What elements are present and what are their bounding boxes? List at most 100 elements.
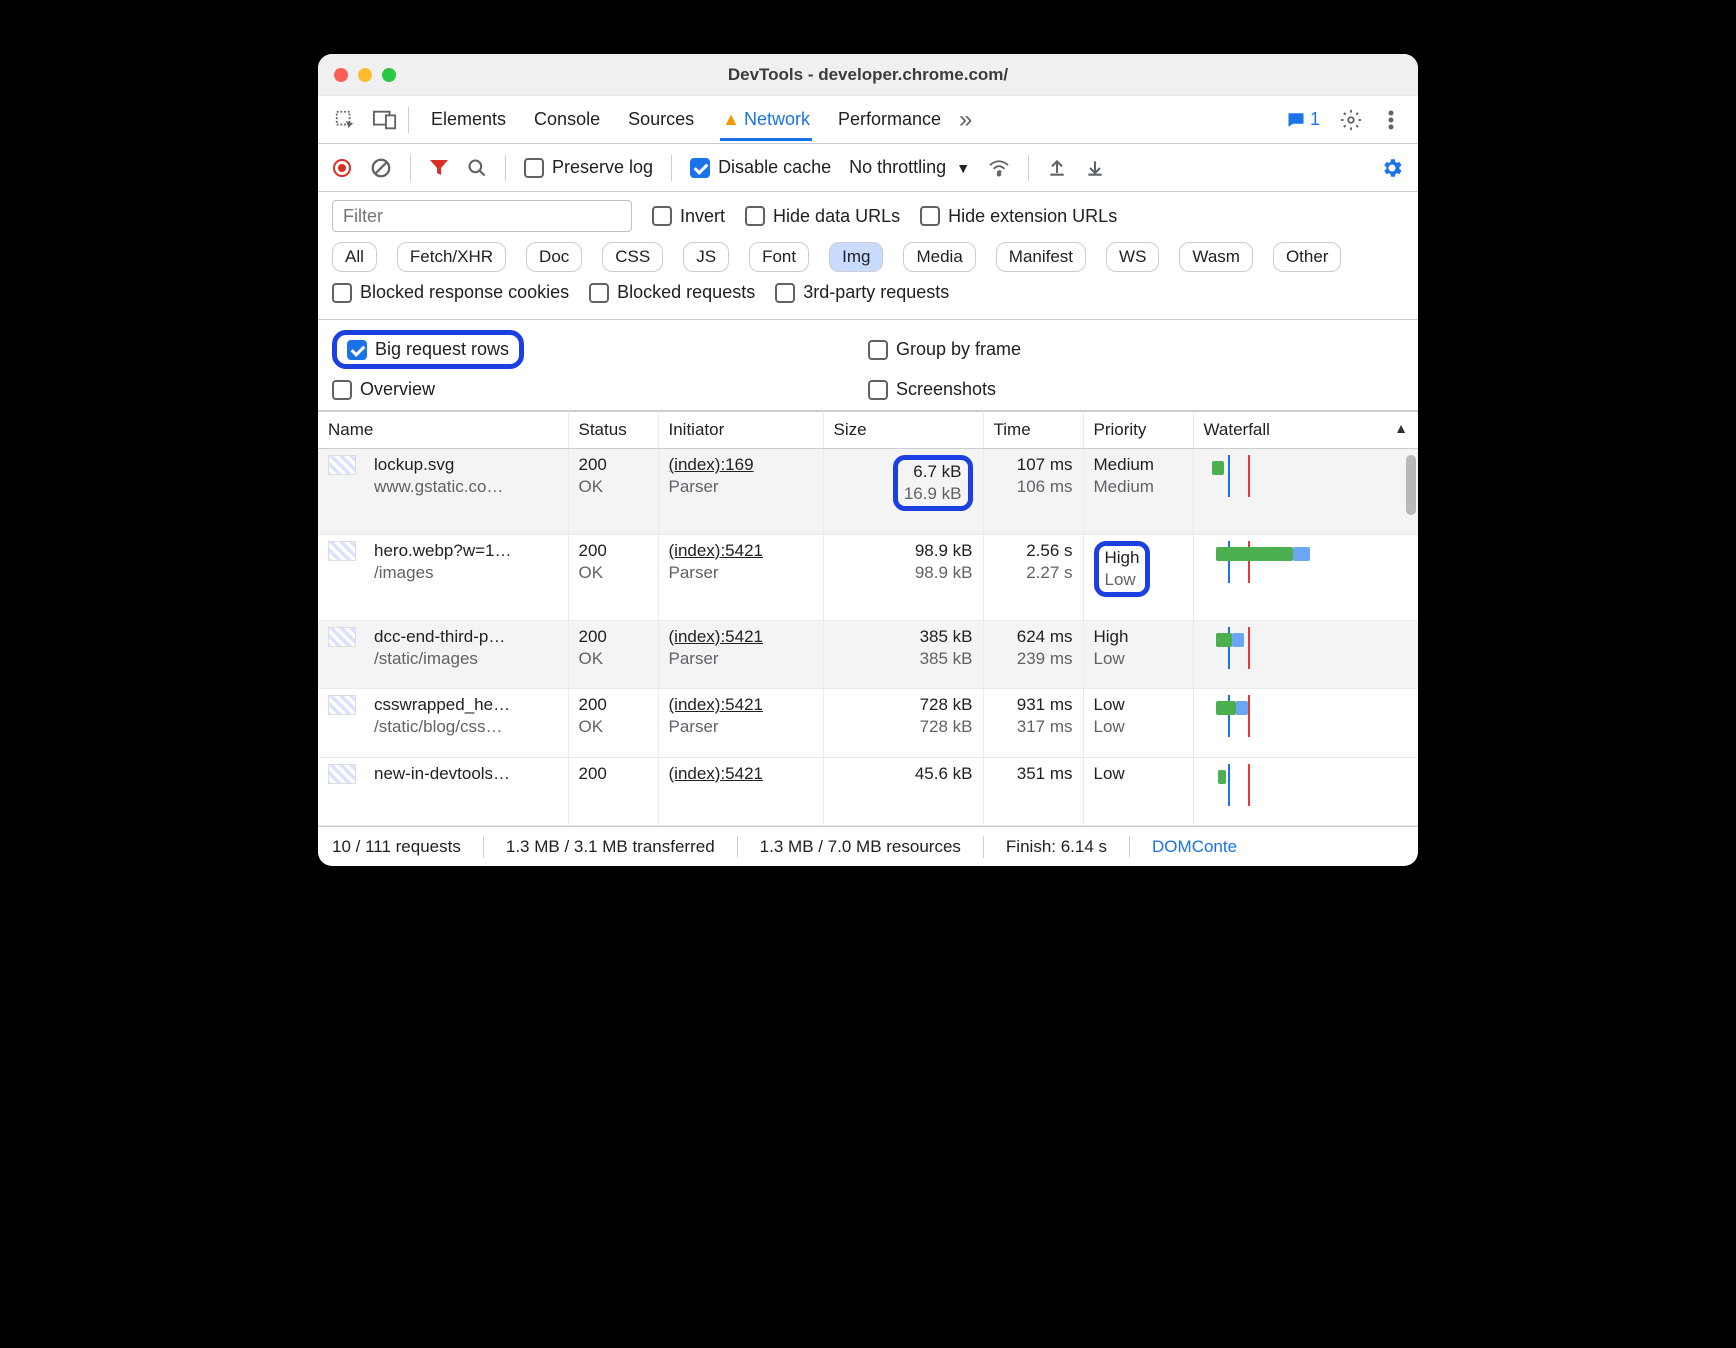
col-waterfall[interactable]: Waterfall ▲: [1193, 412, 1418, 449]
col-waterfall-label: Waterfall: [1204, 420, 1270, 439]
initiator-link[interactable]: (index):5421: [669, 627, 813, 647]
col-time[interactable]: Time: [983, 412, 1083, 449]
network-table: Name Status Initiator Size Time Priority…: [318, 411, 1418, 826]
filter-chip-img[interactable]: Img: [829, 242, 883, 272]
download-har-icon[interactable]: [1085, 158, 1105, 178]
network-table-wrap: Name Status Initiator Size Time Priority…: [318, 411, 1418, 826]
priority-initial: High: [1094, 627, 1183, 647]
filter-chip-ws[interactable]: WS: [1106, 242, 1159, 272]
tab-elements[interactable]: Elements: [429, 99, 508, 141]
size-resource: 98.9 kB: [834, 563, 973, 583]
filter-chip-js[interactable]: JS: [683, 242, 729, 272]
initiator-link[interactable]: (index):5421: [669, 695, 813, 715]
table-row[interactable]: lockup.svgwww.gstatic.co…200OK(index):16…: [318, 449, 1418, 535]
hide-ext-urls-checkbox[interactable]: Hide extension URLs: [920, 206, 1117, 227]
col-priority[interactable]: Priority: [1083, 412, 1193, 449]
tab-console[interactable]: Console: [532, 99, 602, 141]
throttling-select[interactable]: No throttling ▼: [849, 157, 970, 178]
tab-network[interactable]: ▲Network: [720, 99, 812, 141]
blocked-cookies-checkbox[interactable]: Blocked response cookies: [332, 282, 569, 303]
minimize-icon[interactable]: [358, 68, 372, 82]
device-toggle-icon[interactable]: [368, 103, 402, 137]
filter-chip-all[interactable]: All: [332, 242, 377, 272]
tab-performance[interactable]: Performance: [836, 99, 943, 141]
waterfall-bar: [1216, 633, 1232, 647]
settings-icon[interactable]: [1334, 103, 1368, 137]
devtools-window: DevTools - developer.chrome.com/ Element…: [318, 54, 1418, 866]
initiator-type: Parser: [669, 717, 813, 737]
close-icon[interactable]: [334, 68, 348, 82]
filter-chip-font[interactable]: Font: [749, 242, 809, 272]
kebab-menu-icon[interactable]: [1374, 103, 1408, 137]
table-body: lockup.svgwww.gstatic.co…200OK(index):16…: [318, 449, 1418, 826]
disable-cache-checkbox[interactable]: Disable cache: [690, 157, 831, 178]
vertical-scrollbar[interactable]: [1406, 455, 1416, 826]
initiator-link[interactable]: (index):169: [669, 455, 813, 475]
initiator-link[interactable]: (index):5421: [669, 764, 813, 784]
clear-icon[interactable]: [370, 157, 392, 179]
table-row[interactable]: new-in-devtools…200(index):542145.6 kB35…: [318, 757, 1418, 825]
filter-chip-media[interactable]: Media: [903, 242, 975, 272]
disable-cache-label: Disable cache: [718, 157, 831, 178]
filter-chip-wasm[interactable]: Wasm: [1179, 242, 1253, 272]
col-size[interactable]: Size: [823, 412, 983, 449]
col-name[interactable]: Name: [318, 412, 568, 449]
search-icon[interactable]: [467, 158, 487, 178]
upload-har-icon[interactable]: [1047, 158, 1067, 178]
screenshots-checkbox[interactable]: Screenshots: [868, 379, 996, 400]
third-party-checkbox[interactable]: 3rd-party requests: [775, 282, 949, 303]
blocked-cookies-label: Blocked response cookies: [360, 282, 569, 303]
status-finish: Finish: 6.14 s: [1006, 837, 1107, 857]
record-icon[interactable]: [332, 158, 352, 178]
checkbox-icon: [868, 380, 888, 400]
priority-initial: High: [1105, 548, 1140, 568]
preserve-log-checkbox[interactable]: Preserve log: [524, 157, 653, 178]
scrollbar-thumb[interactable]: [1406, 455, 1416, 515]
filter-chip-css[interactable]: CSS: [602, 242, 663, 272]
hide-data-urls-checkbox[interactable]: Hide data URLs: [745, 206, 900, 227]
filter-chip-doc[interactable]: Doc: [526, 242, 582, 272]
time-latency: 106 ms: [994, 477, 1073, 497]
status-bar: 10 / 111 requests 1.3 MB / 3.1 MB transf…: [318, 826, 1418, 866]
filter-input[interactable]: [332, 200, 632, 232]
overview-checkbox[interactable]: Overview: [332, 379, 435, 400]
titlebar: DevTools - developer.chrome.com/: [318, 54, 1418, 96]
separator: [983, 836, 984, 858]
checkbox-icon: [524, 158, 544, 178]
waterfall-cell: [1204, 695, 1409, 737]
network-settings-icon[interactable]: [1380, 156, 1404, 180]
time-latency: 317 ms: [994, 717, 1073, 737]
inspect-icon[interactable]: [328, 103, 362, 137]
hide-ext-urls-label: Hide extension URLs: [948, 206, 1117, 227]
initiator-type: Parser: [669, 563, 813, 583]
blocked-requests-checkbox[interactable]: Blocked requests: [589, 282, 755, 303]
col-initiator[interactable]: Initiator: [658, 412, 823, 449]
resource-domain: /static/images: [374, 649, 558, 669]
waterfall-bar: [1216, 547, 1294, 561]
table-row[interactable]: csswrapped_he…/static/blog/css…200OK(ind…: [318, 689, 1418, 757]
network-conditions-icon[interactable]: [988, 159, 1010, 177]
more-tabs-icon[interactable]: »: [949, 106, 982, 134]
third-party-label: 3rd-party requests: [803, 282, 949, 303]
group-by-frame-checkbox[interactable]: Group by frame: [868, 339, 1021, 360]
priority-final: Medium: [1094, 477, 1183, 497]
checkbox-icon: [347, 340, 367, 360]
priority-initial: Medium: [1094, 455, 1183, 475]
filter-chip-other[interactable]: Other: [1273, 242, 1342, 272]
filter-chip-manifest[interactable]: Manifest: [996, 242, 1086, 272]
table-row[interactable]: hero.webp?w=1…/images200OK(index):5421Pa…: [318, 534, 1418, 620]
table-row[interactable]: dcc-end-third-p…/static/images200OK(inde…: [318, 620, 1418, 688]
resource-name: lockup.svg: [374, 455, 558, 475]
col-status[interactable]: Status: [568, 412, 658, 449]
zoom-icon[interactable]: [382, 68, 396, 82]
invert-checkbox[interactable]: Invert: [652, 206, 725, 227]
filter-icon[interactable]: [429, 158, 449, 178]
tab-sources[interactable]: Sources: [626, 99, 696, 141]
initiator-link[interactable]: (index):5421: [669, 541, 813, 561]
filter-chip-fetchxhr[interactable]: Fetch/XHR: [397, 242, 506, 272]
time-total: 624 ms: [994, 627, 1073, 647]
big-request-rows-label: Big request rows: [375, 339, 509, 360]
messages-badge[interactable]: 1: [1278, 105, 1328, 134]
caret-down-icon: ▼: [956, 160, 970, 176]
big-request-rows-checkbox[interactable]: Big request rows: [347, 339, 509, 360]
